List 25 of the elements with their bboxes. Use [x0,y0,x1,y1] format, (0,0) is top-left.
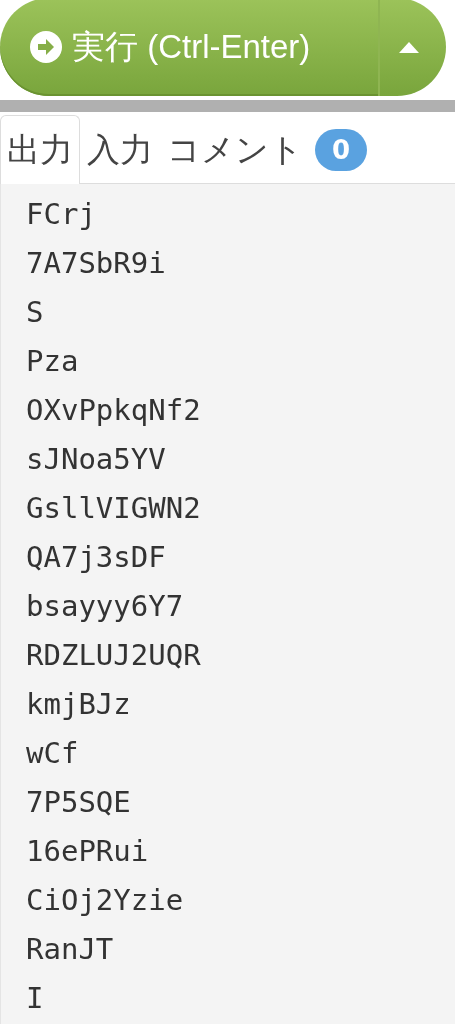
output-line: bsayyy6Y7 [26,588,185,625]
output-line: RDZLUJ2UQR [26,637,202,674]
output-line: 7A7SbR9i [26,245,167,282]
tab-label: コメント [167,128,303,171]
output-line: wCf [26,735,80,772]
output-line: CiOj2Yzie [26,882,185,919]
output-line: FCrj [26,196,97,233]
tab[interactable]: 出力 [0,115,80,184]
caret-icon [399,41,419,53]
output-line: Pza [26,343,80,380]
output-line: OXvPpkqNf2 [26,392,202,429]
output-line: 16ePRui [26,833,150,870]
output-line: QA7j3sDF [26,539,167,576]
arrow-circle-icon [30,31,62,63]
output-line: RanJT [26,931,115,968]
output-line: S [26,294,45,331]
count-badge: 0 [315,129,367,171]
dropdown-button[interactable] [378,0,446,96]
output-line: GsllVIGWN2 [26,490,202,527]
tab[interactable]: コメント 0 [160,115,374,184]
output-line: I [26,980,45,1017]
output-line: 7P5SQE [26,784,132,821]
output-line: sJNoa5YV [26,441,167,478]
tab[interactable]: 入力 [80,115,160,184]
output-line: kmjBJz [26,686,132,723]
